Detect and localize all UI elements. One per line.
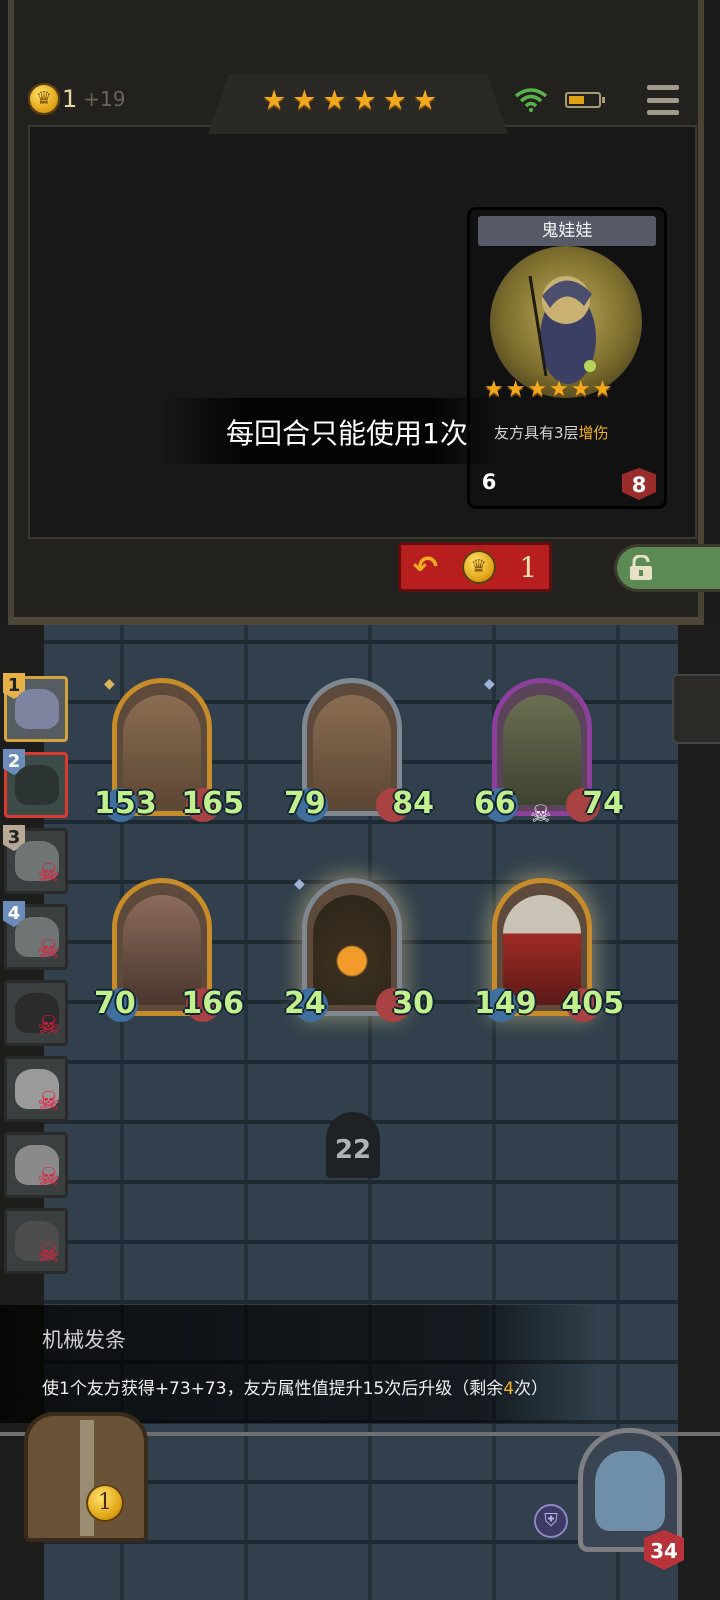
opponent-slot-2[interactable]: 2 <box>3 749 68 818</box>
side-handle[interactable] <box>672 674 720 744</box>
skull-icon: ☠ <box>530 800 552 828</box>
board-unit-2[interactable]: 79 84 <box>284 678 434 828</box>
battery-level <box>569 96 584 104</box>
unit-health: 84 <box>392 786 434 821</box>
voodoo-doll-art <box>528 275 596 384</box>
tier-stars-text: ★★★★★★ <box>262 85 444 116</box>
unit-attack: 149 <box>474 986 537 1021</box>
game-screen: ★★★★★★ ♛ 1 +19 鬼娃娃 ★★★★★★ 友方具有3层增伤 6 8 每… <box>0 0 720 1600</box>
chest-coin: 1 <box>86 1484 124 1522</box>
unit-attack: 79 <box>284 786 326 821</box>
tier-diamond-icon: ◆ <box>104 676 115 692</box>
opponent-slot-1[interactable]: 1 <box>3 673 68 742</box>
skull-crossbones-icon: ☠ <box>37 935 61 965</box>
menu-icon-bar <box>647 110 679 115</box>
unit-attack: 70 <box>94 986 136 1021</box>
unit-health: 30 <box>392 986 434 1021</box>
card-portrait <box>490 246 642 398</box>
card-stars-text: ★★★★★★ <box>484 377 615 402</box>
opponent-slot-4[interactable]: 4 ☠ <box>3 901 68 970</box>
turn-counter: 22 <box>326 1112 380 1178</box>
opponent-slot-7[interactable]: ☠ <box>4 1132 68 1198</box>
gold-display: ♛ 1 +19 <box>28 83 126 115</box>
opponent-slot-8[interactable]: ☠ <box>4 1208 68 1274</box>
tier-diamond-icon: ◆ <box>484 676 495 692</box>
card-name: 鬼娃娃 <box>478 216 656 246</box>
unit-attack: 153 <box>94 786 157 821</box>
board-unit-3[interactable]: ◆ 66 74 ☠ <box>474 676 624 828</box>
wifi-icon <box>514 88 548 112</box>
skill-description: 使1个友方获得+73+73，友方属性值提升15次后升级（剩余4次） <box>42 1374 548 1399</box>
card-description: 友方具有3层增伤 <box>494 422 654 443</box>
opponent-avatar <box>15 765 59 805</box>
skill-title: 机械发条 <box>42 1328 126 1352</box>
toast-message: 每回合只能使用1次 <box>226 417 468 450</box>
hero-art <box>595 1451 665 1531</box>
skull-crossbones-icon: ☠ <box>37 859 61 889</box>
card-desc-text: 友方具有3层 <box>494 424 579 442</box>
battery-icon <box>565 92 605 108</box>
treasure-chest-button[interactable]: 1 <box>24 1412 148 1542</box>
card-desc-keyword: 增伤 <box>578 424 609 442</box>
unit-health: 405 <box>561 986 624 1021</box>
skill-panel <box>0 1305 600 1423</box>
chest-bar <box>80 1420 94 1536</box>
skull-crossbones-icon: ☠ <box>37 1087 61 1117</box>
opponent-list: 1 2 3 ☠ 4 ☠ ☠ ☠ ☠ ☠ <box>3 673 70 1284</box>
board-unit-1[interactable]: ◆ 153 165 <box>94 676 244 828</box>
gold-coin-icon: ♛ <box>28 83 60 115</box>
skill-desc-text: 使1个友方获得+73+73，友方属性值提升15次后升级（剩余 <box>42 1379 504 1399</box>
lock-button[interactable] <box>614 544 720 592</box>
gold-value: 1 <box>62 85 78 113</box>
unit-attack: 66 <box>474 786 516 821</box>
menu-icon-bar <box>647 85 679 90</box>
unit-health: 165 <box>181 786 244 821</box>
board-unit-4[interactable]: 70 166 <box>94 878 244 1028</box>
skill-desc-suffix: 次） <box>514 1379 549 1399</box>
unit-health: 166 <box>181 986 244 1021</box>
opponent-slot-6[interactable]: ☠ <box>4 1056 68 1122</box>
opponent-slot-5[interactable]: ☠ <box>4 980 68 1046</box>
skull-crossbones-icon: ☠ <box>37 1239 61 1269</box>
card-stars: ★★★★★★ <box>484 378 614 402</box>
skull-crossbones-icon: ☠ <box>37 1163 61 1193</box>
gold-income: +19 <box>83 87 126 111</box>
menu-icon-bar <box>647 97 679 103</box>
card-attack: 6 <box>481 470 497 494</box>
board-unit-5[interactable]: ◆ 24 30 <box>284 876 434 1028</box>
buyback-button[interactable]: ↶ ♛ 1 <box>398 542 552 592</box>
coin-icon: ♛ <box>461 550 496 584</box>
opponent-slot-3[interactable]: 3 ☠ <box>3 825 68 894</box>
buyback-cost: 1 <box>519 550 538 584</box>
unit-attack: 24 <box>284 986 326 1021</box>
unit-health: 74 <box>582 786 624 821</box>
skull-crossbones-icon: ☠ <box>37 1011 61 1041</box>
opponent-avatar <box>15 689 59 729</box>
tier-diamond-icon: ◆ <box>294 876 305 892</box>
tier-stars: ★★★★★★ <box>262 86 443 116</box>
board-unit-6[interactable]: 149 405 <box>474 878 624 1028</box>
skill-remaining: 4 <box>503 1379 515 1399</box>
lock-icon <box>630 555 652 580</box>
undo-arrow-icon: ↶ <box>412 549 438 585</box>
card-health: 8 <box>622 468 656 500</box>
menu-button[interactable] <box>647 85 679 115</box>
shield-icon[interactable]: ⛨ <box>534 1504 568 1538</box>
